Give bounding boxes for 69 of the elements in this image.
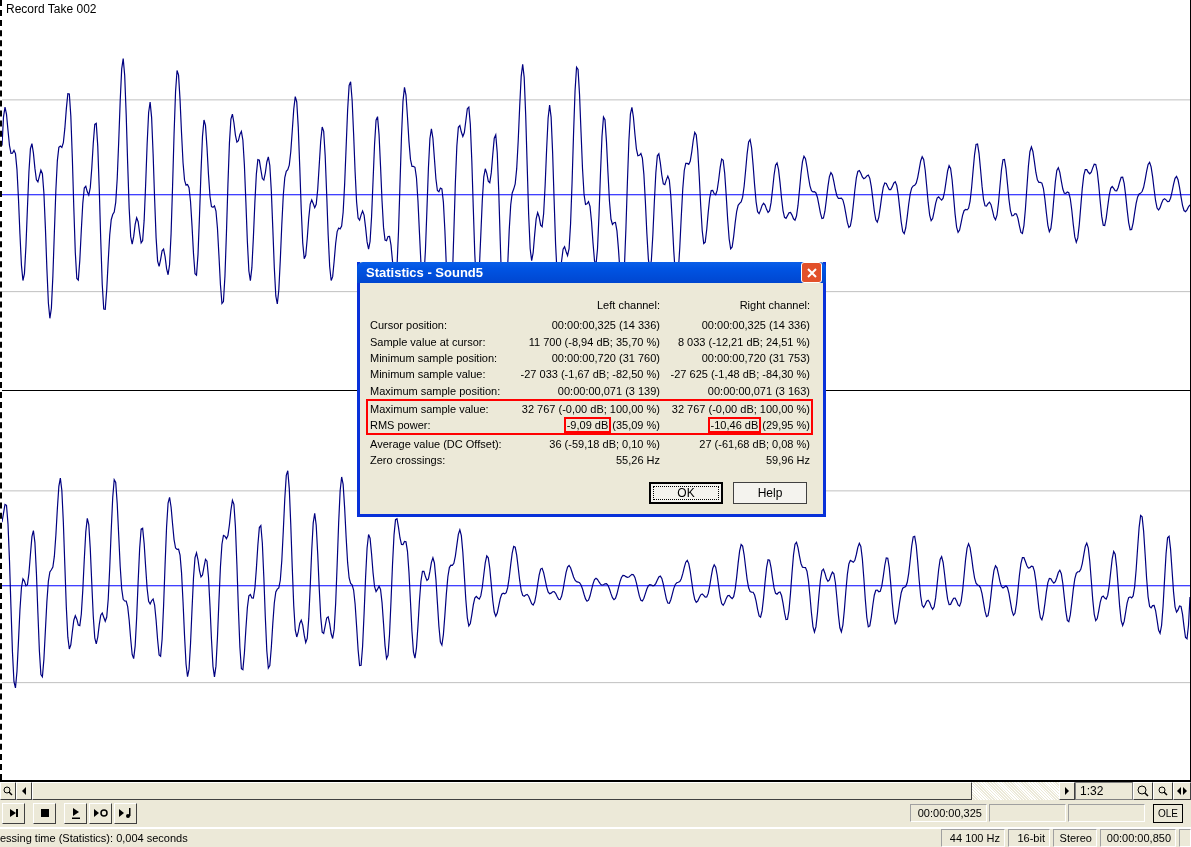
stat-value: 00:00:00,071 (3 163) xyxy=(707,384,810,397)
close-button[interactable] xyxy=(801,262,822,283)
stat-value: 36 (-59,18 dB; 0,10 %) xyxy=(549,437,660,450)
stat-label: Maximum sample value: xyxy=(370,402,489,415)
stat-label: Zero crossings: xyxy=(370,453,446,466)
zoom-field[interactable]: 1:32 xyxy=(1075,782,1133,800)
stat-label: Sample value at cursor: xyxy=(370,335,486,348)
status-message: essing time (Statistics): 0,004 seconds xyxy=(0,832,189,844)
stat-label: RMS power: xyxy=(370,419,431,432)
column-header: Right channel: xyxy=(739,299,810,312)
column-header: Left channel: xyxy=(597,299,660,312)
stat-value: 8 033 (-12,21 dB; 24,51 %) xyxy=(677,335,810,348)
fit-button[interactable] xyxy=(1173,782,1191,800)
status-field: 16-bit xyxy=(1008,829,1050,847)
status-field: 44 100 Hz xyxy=(941,829,1005,847)
highlight-box: -9,09 dB xyxy=(563,417,612,434)
play-loop-button[interactable] xyxy=(89,802,112,824)
left-arrow-icon xyxy=(21,786,27,795)
zoom-in-button[interactable] xyxy=(1133,782,1153,800)
stat-value: 59,96 Hz xyxy=(765,453,810,466)
dialog-title: Statistics - Sound5 xyxy=(366,265,485,280)
dialog-button[interactable]: OK xyxy=(649,482,723,504)
stat-value: 00:00:00,071 (3 139) xyxy=(557,384,660,397)
dialog-button[interactable]: Help xyxy=(733,482,807,504)
stat-value: -27 625 (-1,48 dB; -84,30 %) xyxy=(670,368,810,381)
stat-value: 00:00:00,325 (14 336) xyxy=(701,319,810,332)
stat-value: -27 033 (-1,67 dB; -82,50 %) xyxy=(520,368,660,381)
right-arrow-icon xyxy=(1064,786,1070,795)
left-right-arrows-icon xyxy=(1176,786,1188,795)
play-button[interactable] xyxy=(64,802,87,824)
magnifier-icon xyxy=(1137,784,1149,797)
magnifier-icon xyxy=(3,785,13,796)
stat-value: 55,26 Hz xyxy=(615,453,660,466)
scroll-right-button[interactable] xyxy=(1059,782,1075,800)
play-to-end-icon xyxy=(8,808,19,819)
stat-value: 32 767 (-0,00 dB; 100,00 %) xyxy=(521,402,660,415)
stop-button[interactable] xyxy=(33,802,56,824)
ole-button[interactable]: OLE xyxy=(1153,803,1183,823)
zoom-button[interactable] xyxy=(0,782,16,800)
play-note-icon xyxy=(117,808,134,819)
close-icon xyxy=(806,267,817,278)
stat-value: (29,95 %) xyxy=(762,419,810,432)
stat-label: Cursor position: xyxy=(370,319,448,332)
zoom-out-button[interactable] xyxy=(1153,782,1173,800)
stat-value: 00:00:00,720 (31 760) xyxy=(551,352,660,365)
status-field: 00:00:00,850 xyxy=(1100,829,1176,847)
stat-label: Minimum sample position: xyxy=(370,352,498,365)
stop-icon xyxy=(39,808,50,819)
status-field: Stereo xyxy=(1053,829,1097,847)
play-music-button[interactable] xyxy=(114,802,137,824)
go-to-end-button[interactable] xyxy=(2,802,25,824)
magnifier-icon xyxy=(1158,785,1168,796)
play-loop-icon xyxy=(92,808,109,819)
stat-value: 32 767 (-0,00 dB; 100,00 %) xyxy=(671,402,810,415)
play-icon xyxy=(70,807,81,820)
stat-value: 11 700 (-8,94 dB; 35,70 %) xyxy=(528,335,660,348)
position-field: 00:00:00,325 xyxy=(910,804,987,823)
stat-label: Minimum sample value: xyxy=(370,368,486,381)
stat-value: 00:00:00,325 (14 336) xyxy=(551,319,660,332)
stat-value: 27 (-61,68 dB; 0,08 %) xyxy=(699,437,810,450)
highlight-box: -10,46 dB xyxy=(707,417,762,434)
stat-value: 00:00:00,720 (31 753) xyxy=(701,352,810,365)
stat-label: Maximum sample position: xyxy=(370,384,501,397)
scroll-left-button[interactable] xyxy=(16,782,32,800)
stat-value: (35,09 %) xyxy=(612,419,660,432)
stat-label: Average value (DC Offset): xyxy=(370,437,502,450)
track-label: Record Take 002 xyxy=(6,2,97,16)
empty-field xyxy=(1179,829,1191,847)
scroll-thumb[interactable] xyxy=(32,782,972,800)
